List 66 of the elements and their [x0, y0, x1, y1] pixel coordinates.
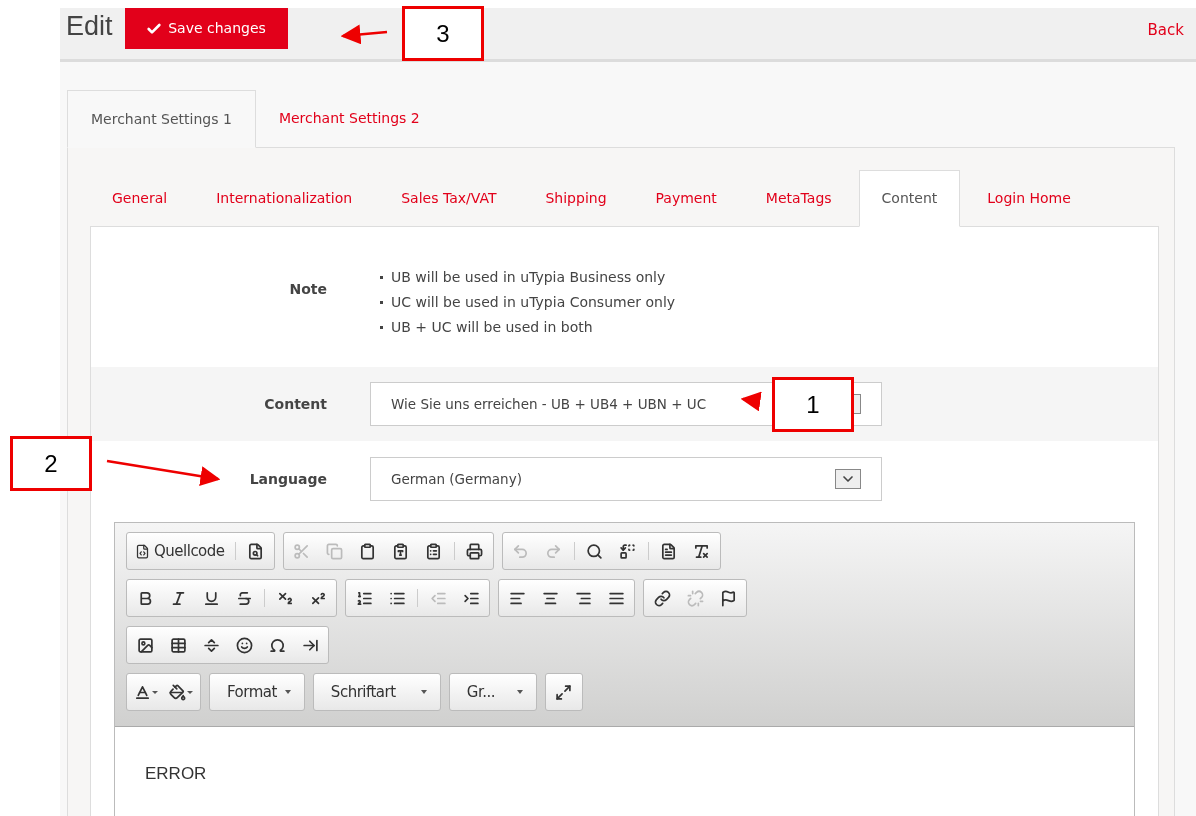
section-tab[interactable]: General: [90, 170, 190, 226]
paste-icon: [359, 542, 377, 560]
horizontal-line-icon: [202, 636, 220, 654]
source-icon: [135, 543, 150, 559]
note-item: UB + UC will be used in both: [391, 318, 593, 337]
select-all-icon: [660, 542, 678, 560]
settings-tab[interactable]: Merchant Settings 2: [255, 90, 443, 147]
underline-icon: [202, 589, 220, 607]
maximize-icon: [555, 683, 573, 701]
save-button[interactable]: Save changes: [124, 8, 288, 49]
caret-icon: [420, 690, 427, 694]
bullet-icon: [380, 326, 383, 329]
callout-tooltip: 2: [10, 436, 92, 491]
toolbar-dropdown[interactable]: Gr...: [452, 679, 533, 705]
strikethrough-icon: [235, 589, 253, 607]
link-icon: [653, 589, 671, 607]
caret-icon: [152, 690, 158, 694]
caret-icon: [187, 690, 193, 694]
field-label: Language: [249, 469, 327, 489]
section-tab[interactable]: Sales Tax/VAT: [379, 170, 519, 226]
undo-icon: [512, 542, 530, 560]
copy-icon: [326, 542, 344, 560]
settings-tab[interactable]: Merchant Settings 1: [67, 90, 256, 148]
table-icon: [169, 636, 187, 654]
image-icon: [136, 636, 154, 654]
language-select[interactable]: German (Germany): [370, 457, 882, 501]
preview-icon: [247, 542, 265, 560]
toolbar-dropdown[interactable]: Format: [213, 679, 301, 705]
caret-icon: [516, 690, 523, 694]
replace-icon: [619, 542, 637, 560]
search-icon: [586, 542, 604, 560]
cut-icon: [293, 542, 311, 560]
body-text: ERROR: [145, 764, 207, 783]
field-label: Content: [264, 394, 327, 414]
section-tab[interactable]: Content: [858, 170, 961, 227]
source-button[interactable]: Quellcode: [130, 538, 230, 564]
print-icon: [466, 542, 484, 560]
caret-icon: [284, 690, 291, 694]
unlink-icon: [686, 589, 704, 607]
redo-icon: [545, 542, 563, 560]
section-tab[interactable]: Internationalization: [194, 170, 375, 226]
bullet-icon: [380, 276, 383, 279]
callout-tooltip: 3: [402, 6, 484, 61]
numbered-list-icon: [355, 589, 373, 607]
section-tab[interactable]: MetaTags: [743, 170, 854, 226]
paste-word-icon: [425, 542, 443, 560]
background-color-icon: [169, 683, 186, 701]
bullet-icon: [380, 301, 383, 304]
toolbar-dropdown[interactable]: Schriftart: [316, 679, 437, 705]
callout-arrow: [340, 24, 388, 45]
note-item: UC will be used in uTypia Consumer only: [391, 293, 676, 312]
section-tab[interactable]: Shipping: [523, 170, 629, 226]
paste-text-icon: [392, 542, 410, 560]
note-item: UB will be used in uTypia Business only: [391, 268, 666, 287]
flag-icon: [719, 589, 737, 607]
callout-arrow: [740, 391, 762, 412]
page-title: Edit: [66, 10, 113, 43]
remove-format-icon: [693, 542, 711, 560]
section-tab[interactable]: Login Home: [965, 170, 1093, 226]
back-link[interactable]: Back: [1147, 19, 1184, 42]
smiley-icon: [235, 636, 253, 654]
field-label: Note: [289, 280, 327, 299]
section-tab[interactable]: Payment: [633, 170, 739, 226]
text-color-icon: [134, 683, 151, 701]
callout-tooltip: 1: [772, 377, 854, 432]
omega-icon: [268, 636, 286, 654]
